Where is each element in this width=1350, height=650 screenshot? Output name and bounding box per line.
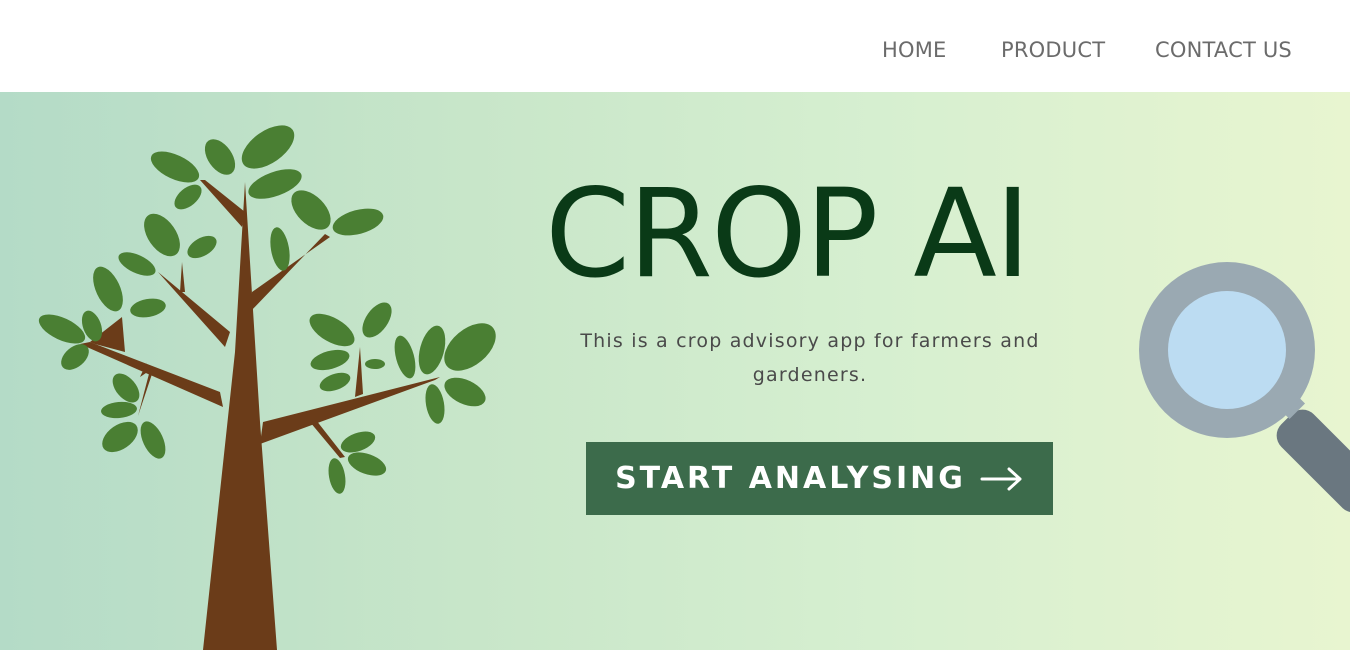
nav-product-link[interactable]: PRODUCT [1001, 38, 1105, 62]
arrow-right-icon [980, 467, 1022, 490]
top-navbar: HOME PRODUCT CONTACT US [0, 0, 1350, 92]
tree-icon [38, 125, 496, 650]
hero-section: CROP AI This is a crop advisory app for … [0, 92, 1350, 650]
nav-contact-link[interactable]: CONTACT US [1155, 38, 1292, 62]
start-analysing-label: START ANALYSING [615, 461, 966, 496]
hero-title: CROP AI [545, 163, 1031, 305]
hero-subtitle: This is a crop advisory app for farmers … [580, 330, 1040, 386]
nav-home-link[interactable]: HOME [882, 38, 947, 62]
start-analysing-button[interactable]: START ANALYSING [586, 442, 1053, 515]
magnifying-glass-icon [1139, 262, 1350, 513]
